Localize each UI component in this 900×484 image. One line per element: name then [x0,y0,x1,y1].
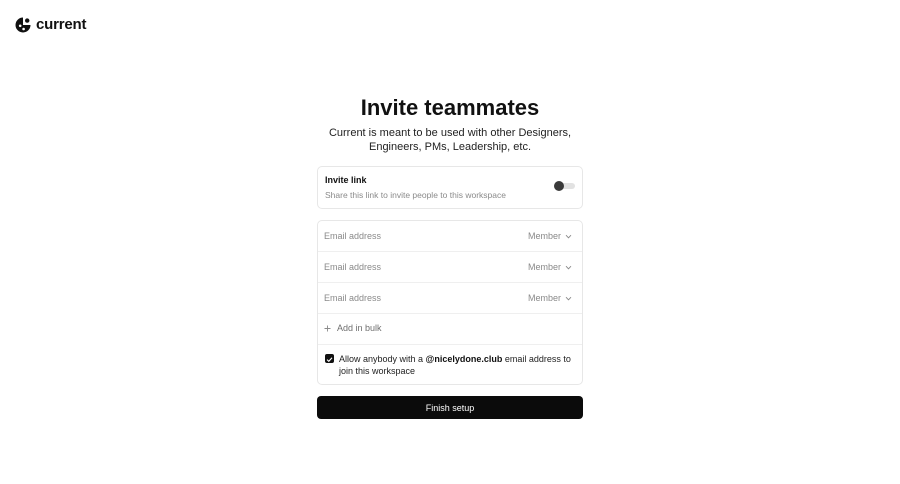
brand-name: current [36,16,87,33]
current-logo-icon [14,16,32,34]
email-input[interactable] [324,290,514,306]
email-input[interactable] [324,228,514,244]
finish-setup-button[interactable]: Finish setup [317,396,583,419]
allow-domain-row: Allow anybody with a @nicelydone.club em… [318,345,582,385]
invite-link-card: Invite link Share this link to invite pe… [317,166,583,209]
add-in-bulk-label: Add in bulk [337,323,382,333]
email-row: Member [318,221,582,252]
add-bulk-row: Add in bulk [318,314,582,345]
allow-domain-text: Allow anybody with a @nicelydone.club em… [339,353,579,377]
allow-domain-checkbox[interactable] [325,354,334,363]
toggle-knob [554,181,564,191]
email-invite-card: Member Member Member [317,220,583,385]
page-subtitle: Current is meant to be used with other D… [328,127,572,153]
invite-link-toggle[interactable] [554,181,575,191]
page-title: Invite teammates [360,95,540,120]
invite-link-title: Invite link [325,175,367,185]
brand-logo[interactable]: current [14,16,86,34]
role-select-value: Member [527,262,561,272]
checkmark-icon [326,350,333,368]
plus-icon [324,325,331,332]
allowed-domain: @nicelydone.club [425,354,503,364]
chevron-down-icon [565,264,572,271]
email-input[interactable] [324,259,514,275]
email-row: Member [318,252,582,283]
role-select-value: Member [527,231,561,241]
role-select-value: Member [527,293,561,303]
role-select[interactable]: Member [528,293,572,303]
invite-form: Invite teammates Current is meant to be … [317,95,583,419]
email-row: Member [318,283,582,314]
page: current Invite teammates Current is mean… [0,0,900,484]
role-select[interactable]: Member [528,231,572,241]
chevron-down-icon [565,295,572,302]
add-in-bulk-button[interactable]: Add in bulk [324,323,382,333]
invite-link-description: Share this link to invite people to this… [325,190,506,200]
role-select[interactable]: Member [528,262,572,272]
chevron-down-icon [565,233,572,240]
allow-domain-prefix: Allow anybody with a [339,354,426,364]
